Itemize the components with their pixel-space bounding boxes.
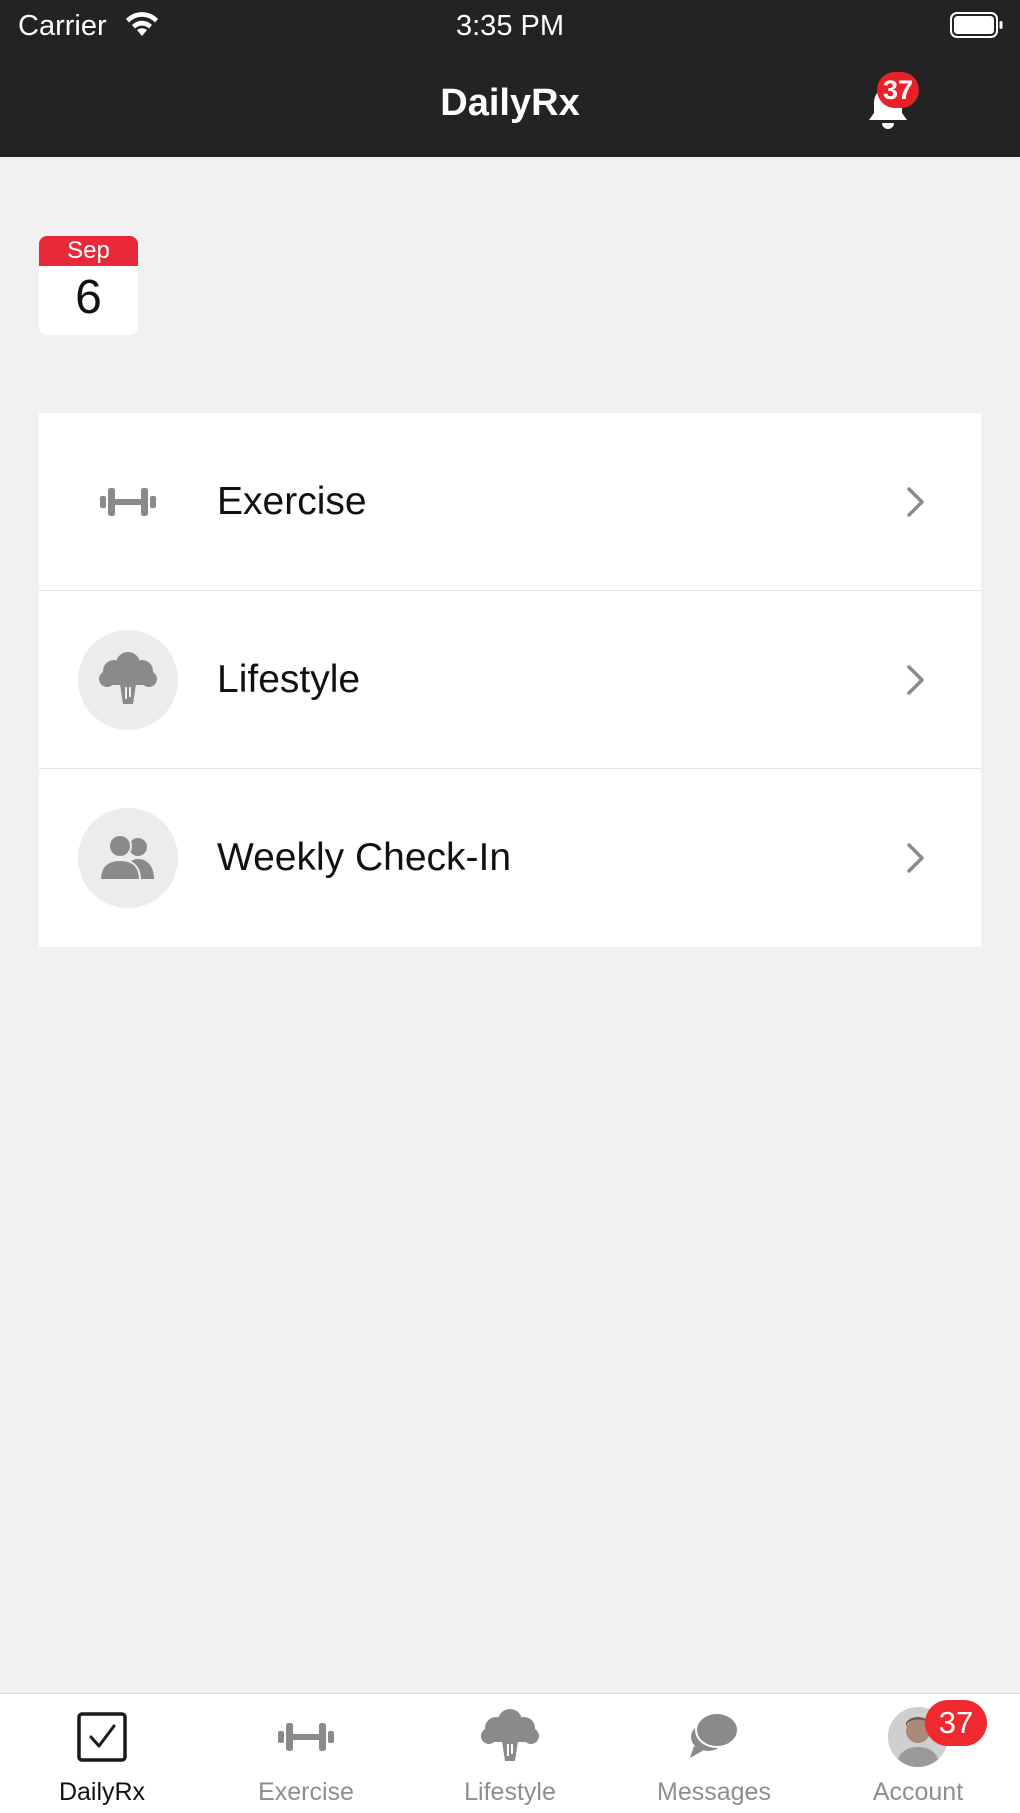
tab-label: DailyRx [58,1778,146,1806]
account-badge: 37 [925,1700,987,1746]
tab-messages[interactable]: Messages [612,1694,816,1813]
people-icon [78,808,178,908]
status-bar: Carrier 3:35 PM [0,0,1020,52]
dumbbell-icon [78,452,178,552]
list-item-weekly-check-in[interactable]: Weekly Check-In [39,769,981,947]
date-month: Sep [39,236,138,266]
tab-icon-wrapper [816,1707,1020,1767]
checkbox-icon [0,1708,204,1766]
chevron-right-icon [907,487,924,517]
tab-bar: DailyRx Exercise Lifestyle Messages Acco… [0,1693,1020,1813]
list-item-label: Lifestyle [217,658,361,701]
tab-dailyrx[interactable]: DailyRx [0,1694,204,1813]
top-bar: Carrier 3:35 PM DailyRx 37 [0,0,1020,157]
broccoli-icon [408,1708,612,1766]
tab-label: Account [872,1778,964,1806]
list-item-exercise[interactable]: Exercise [39,413,981,591]
tab-label: Exercise [258,1778,354,1806]
list-item-label: Weekly Check-In [217,836,512,879]
broccoli-icon [78,630,178,730]
tab-label: Lifestyle [464,1778,556,1806]
dumbbell-icon [204,1708,408,1766]
notification-badge: 37 [877,72,919,108]
date-day: 6 [75,271,102,324]
tab-account[interactable]: Account [816,1694,1020,1813]
battery-icon [950,12,1003,38]
daily-list: Exercise Lifestyle Weekly Check-In [39,413,981,947]
clock: 3:35 PM [456,10,564,42]
chevron-right-icon [907,843,924,873]
list-item-lifestyle[interactable]: Lifestyle [39,591,981,769]
tab-label: Messages [657,1778,771,1806]
date-tile: Sep 6 [39,236,138,335]
list-item-label: Exercise [217,480,367,523]
tab-lifestyle[interactable]: Lifestyle [408,1694,612,1813]
chevron-right-icon [907,665,924,695]
tab-exercise[interactable]: Exercise [204,1694,408,1813]
chat-bubbles-icon [612,1708,816,1766]
